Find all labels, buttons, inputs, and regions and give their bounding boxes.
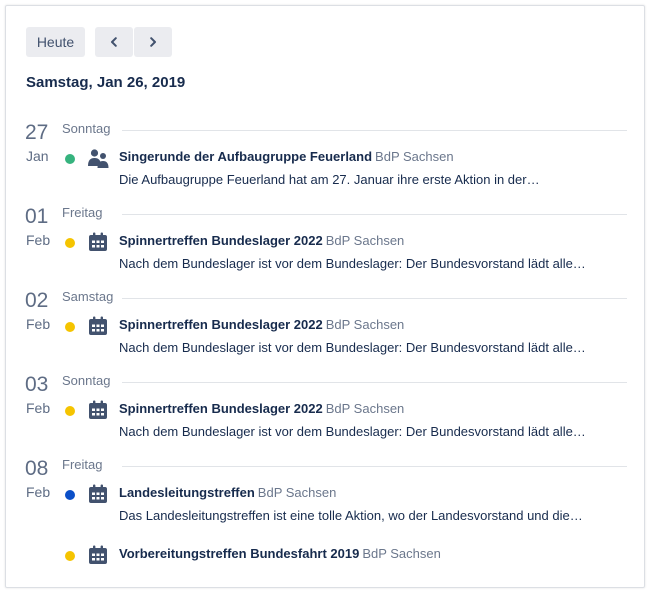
calendar-icon [87,315,109,337]
agenda-day: 27 Jan Sonntag Singerunde der Aufbaugruppe … [6,121,646,205]
event-title-link[interactable]: Spinnertreffen Bundeslager 2022 [119,233,323,248]
event-description: Die Aufbaugruppe Feuerland hat am 27. Ja… [119,172,540,187]
calendar-panel: Heute Samstag, Jan 26, 2019 27 Jan Sonntag… [5,5,645,588]
day-divider [122,214,627,215]
event-organizer: BdP Sachsen [325,317,405,332]
today-button[interactable]: Heute [26,27,85,57]
chevron-right-icon [150,37,156,47]
calendar-icon [87,399,109,421]
event-title-link[interactable]: Landesleitungstreffen [119,485,255,500]
event-organizer: BdP Sachsen [257,485,337,500]
day-weekday: Freitag [62,457,103,472]
day-divider [122,382,627,383]
calendar-icon [87,231,109,253]
event-color-dot [65,322,75,332]
day-weekday: Samstag [62,289,114,304]
event-item[interactable]: Spinnertreffen Bundeslager 2022 BdP Sachs… [6,397,646,445]
event-title-link[interactable]: Singerunde der Aufbaugruppe Feuerland [119,149,372,164]
event-title-link[interactable]: Spinnertreffen Bundeslager 2022 [119,401,323,416]
event-item[interactable]: Vorbereitungstreffen Bundesfahrt 2019 BdP… [6,542,646,590]
event-color-dot [65,551,75,561]
event-description: Nach dem Bundeslager ist vor dem Bundesl… [119,256,586,271]
event-organizer: BdP Sachsen [325,233,405,248]
event-item[interactable]: Spinnertreffen Bundeslager 2022 BdP Sachs… [6,229,646,277]
event-organizer: BdP Sachsen [375,149,454,164]
event-organizer: BdP Sachsen [362,546,441,561]
previous-button[interactable] [95,27,133,57]
agenda-day: 08 Feb Freitag Landesleitungstreffen BdP Sac… [6,457,646,564]
event-organizer: BdP Sachsen [325,401,405,416]
next-button[interactable] [134,27,172,57]
day-number: 02 [25,289,49,312]
calendar-icon [87,483,109,505]
day-number: 03 [25,373,49,396]
day-divider [122,466,627,467]
day-weekday: Freitag [62,205,103,220]
agenda-day: 01 Feb Freitag Spinnertreffen Bundeslager 2… [6,205,646,289]
day-divider [122,130,627,131]
day-divider [122,298,627,299]
event-color-dot [65,238,75,248]
event-title-link[interactable]: Vorbereitungstreffen Bundesfahrt 2019 [119,546,359,561]
day-weekday: Sonntag [62,373,111,388]
event-title-link[interactable]: Spinnertreffen Bundeslager 2022 [119,317,323,332]
event-description: Nach dem Bundeslager ist vor dem Bundesl… [119,340,586,355]
chevron-left-icon [111,37,117,47]
event-item[interactable]: Spinnertreffen Bundeslager 2022 BdP Sachs… [6,313,646,361]
day-number: 08 [25,457,49,480]
day-weekday: Sonntag [62,121,111,136]
agenda-day: 03 Feb Sonntag Spinnertreffen Bundeslager 2… [6,373,646,457]
event-description: Das Landesleitungstreffen ist eine tolle… [119,508,583,523]
event-item[interactable]: Singerunde der Aufbaugruppe Feuerland BdP… [6,145,646,193]
event-item[interactable]: Landesleitungstreffen BdP Sachsen Das Land… [6,481,646,529]
calendar-icon [87,544,109,566]
event-color-dot [65,490,75,500]
group-icon [87,147,109,169]
day-number: 27 [25,121,49,144]
event-color-dot [65,406,75,416]
event-description: Nach dem Bundeslager ist vor dem Bundesl… [119,424,586,439]
event-color-dot [65,154,75,164]
current-date-heading: Samstag, Jan 26, 2019 [26,74,186,91]
agenda-day: 02 Feb Samstag Spinnertreffen Bundeslager 2… [6,289,646,373]
day-number: 01 [25,205,49,228]
